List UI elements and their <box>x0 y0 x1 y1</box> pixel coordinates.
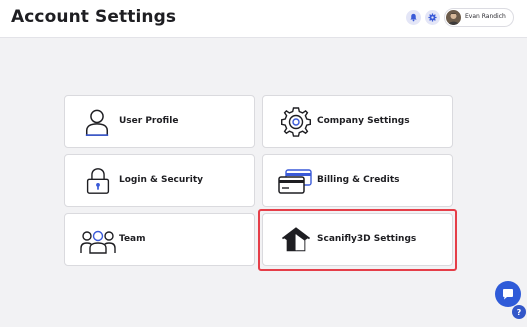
user-menu[interactable]: Evan Randich <box>444 8 514 27</box>
selection-highlight <box>258 209 457 271</box>
card-label: Team <box>119 234 146 244</box>
settings-button[interactable] <box>425 10 440 25</box>
team-icon <box>80 230 116 254</box>
card-label: Billing & Credits <box>317 175 400 185</box>
card-company-settings[interactable]: Company Settings <box>262 95 453 148</box>
gear-icon <box>281 107 311 137</box>
lock-icon <box>86 168 110 194</box>
page-title: Account Settings <box>11 7 177 27</box>
notification-button[interactable] <box>406 10 421 25</box>
card-label: Login & Security <box>119 175 203 185</box>
card-label: Company Settings <box>317 116 410 126</box>
bell-icon <box>410 13 417 22</box>
gear-icon <box>428 13 437 22</box>
card-user-profile[interactable]: User Profile <box>64 95 255 148</box>
chat-button[interactable] <box>495 281 521 307</box>
card-login-security[interactable]: Login & Security <box>64 154 255 207</box>
top-header: Account Settings Evan Randich <box>0 0 527 38</box>
card-team[interactable]: Team <box>64 213 255 266</box>
chat-icon <box>503 289 513 300</box>
user-name: Evan Randich <box>465 13 506 20</box>
credit-cards-icon <box>278 169 312 194</box>
card-label: User Profile <box>119 116 179 126</box>
help-button[interactable]: ? <box>512 305 526 319</box>
card-billing-credits[interactable]: Billing & Credits <box>262 154 453 207</box>
avatar <box>446 10 461 25</box>
user-icon <box>85 109 109 136</box>
